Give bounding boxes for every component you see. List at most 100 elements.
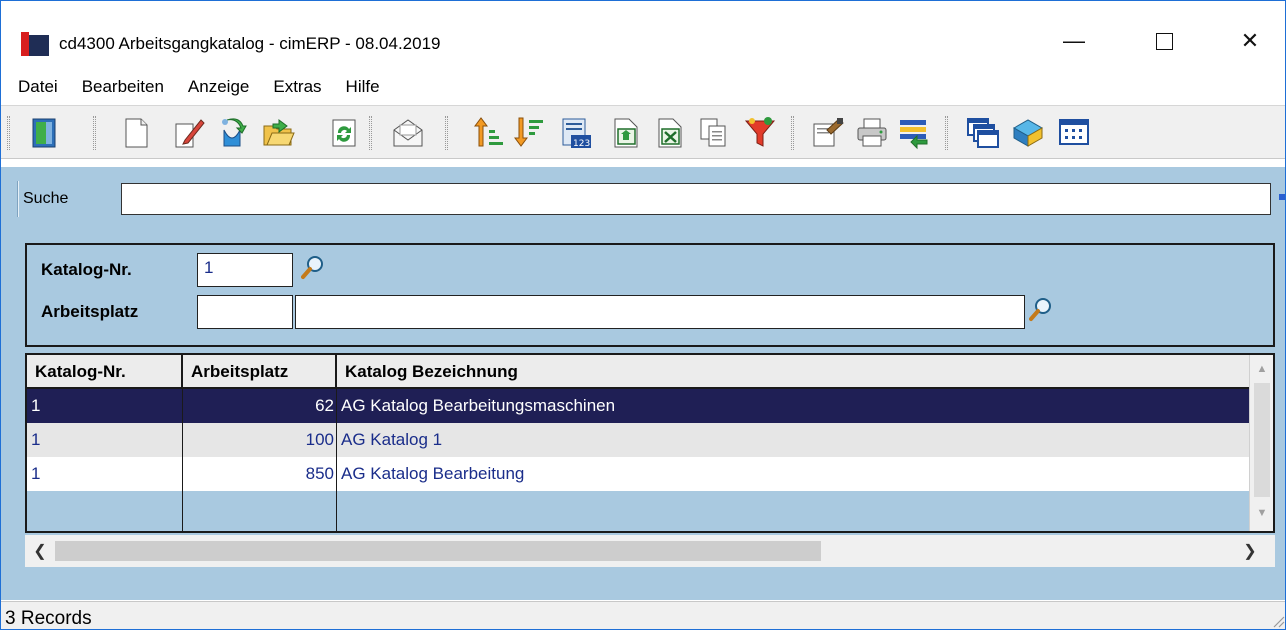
record-count: 3 Records [5,608,92,629]
column-header-bezeichnung[interactable]: Katalog Bezeichnung [337,355,1249,389]
arbeitsplatz-name-field [295,295,1025,329]
list-transfer-icon [900,120,928,150]
table-row[interactable]: 1 100 AG Katalog 1 [27,423,1249,457]
scroll-left-icon[interactable]: ❮ [25,535,55,567]
vertical-scrollbar[interactable]: ▲ ▼ [1249,355,1273,531]
save-button[interactable] [213,114,251,152]
help-book-button[interactable] [1009,114,1047,152]
column-header-katalog-nr[interactable]: Katalog-Nr. [27,355,183,389]
search-grip [17,181,19,217]
copy-icon [700,118,726,147]
save-icon [222,118,247,147]
export-button[interactable] [607,114,645,152]
arbeitsplatz-input[interactable] [197,295,293,329]
refresh-button[interactable] [325,114,363,152]
resize-grip-icon[interactable] [1271,614,1285,628]
print-button[interactable] [853,114,891,152]
toolbar: 123 [1,105,1285,159]
results-grid: Katalog-Nr. Arbeitsplatz Katalog Bezeich… [25,353,1275,533]
windows-button[interactable] [963,114,1001,152]
katalog-lookup-button[interactable] [301,255,325,281]
magnifier-icon [301,256,323,279]
exit-icon [32,118,56,148]
cell-bezeichnung: AG Katalog Bearbeitungsmaschinen [341,396,616,415]
open-folder-icon [263,119,295,146]
status-bar: 3 Records [1,601,1285,629]
list-transfer-button[interactable] [895,114,933,152]
menu-extras[interactable]: Extras [257,73,329,101]
sort-ascending-button[interactable] [469,114,507,152]
number-format-icon: 123 [562,118,591,149]
scroll-right-icon[interactable]: ❯ [1235,535,1265,567]
filter-button[interactable] [741,114,779,152]
svg-text:123: 123 [573,139,590,149]
toolbar-separator [945,116,948,150]
mail-icon [393,119,423,147]
toolbar-separator [93,116,96,150]
print-icon [857,118,887,147]
search-input[interactable] [121,183,1271,215]
cell-arbeitsplatz: 850 [183,457,337,491]
window-title: cd4300 Arbeitsgangkatalog - cimERP - 08.… [59,34,441,53]
sort-ascending-icon [474,117,503,147]
cell-katalog-nr: 1 [27,423,183,457]
new-button[interactable] [117,114,155,152]
app-window: cd4300 Arbeitsgangkatalog - cimERP - 08.… [0,0,1286,630]
empty-row[interactable] [27,491,1249,531]
toolbar-separator [369,116,372,150]
properties-icon [813,118,844,147]
properties-button[interactable] [809,114,847,152]
refresh-icon [332,119,356,147]
scroll-up-icon[interactable]: ▲ [1250,357,1273,381]
column-header-arbeitsplatz[interactable]: Arbeitsplatz [183,355,337,389]
excel-export-button[interactable] [651,114,689,152]
maximize-button[interactable] [1141,23,1187,59]
edit-button[interactable] [169,114,207,152]
cell-katalog-nr: 1 [27,457,183,491]
menu-bar: Datei Bearbeiten Anzeige Extras Hilfe [1,73,388,101]
magnifier-icon [1029,298,1051,321]
toolbar-separator [445,116,448,150]
filter-icon [744,117,776,147]
toolbar-grip [7,116,10,150]
close-icon: ✕ [1240,28,1260,53]
number-format-button[interactable]: 123 [557,114,595,152]
scroll-down-icon[interactable]: ▼ [1250,501,1273,525]
mail-button[interactable] [389,114,427,152]
cell-bezeichnung: AG Katalog Bearbeitung [341,464,525,483]
sort-descending-icon [514,117,543,147]
horizontal-scrollbar[interactable]: ❮ ❯ [25,535,1275,567]
cell-bezeichnung: AG Katalog 1 [341,430,443,449]
table-row[interactable]: 1 850 AG Katalog Bearbeitung [27,457,1249,491]
excel-icon [658,118,682,148]
minimize-button[interactable]: — [1051,23,1097,59]
horizontal-scroll-thumb[interactable] [55,541,821,561]
arbeitsplatz-lookup-button[interactable] [1029,297,1053,323]
vertical-scroll-thumb[interactable] [1254,383,1270,497]
grid-view-icon [1059,119,1089,145]
toolbar-separator [791,116,794,150]
grid-header: Katalog-Nr. Arbeitsplatz Katalog Bezeich… [27,355,1249,389]
edit-icon [175,119,205,148]
menu-hilfe[interactable]: Hilfe [330,73,388,101]
open-button[interactable] [259,114,297,152]
katalog-nr-label: Katalog-Nr. [41,260,132,279]
maximize-icon [1155,32,1173,50]
katalog-nr-input[interactable]: 1 [197,253,293,287]
grid-view-button[interactable] [1055,114,1093,152]
menu-datei[interactable]: Datei [1,73,66,101]
sort-descending-button[interactable] [509,114,547,152]
menu-anzeige[interactable]: Anzeige [172,73,257,101]
search-edge-marker [1279,194,1285,200]
table-row[interactable]: 1 62 AG Katalog Bearbeitungsmaschinen [27,389,1249,423]
cell-katalog-nr: 1 [27,389,183,423]
help-book-icon [1012,119,1044,147]
exit-button[interactable] [25,114,63,152]
menu-bearbeiten[interactable]: Bearbeiten [66,73,172,101]
cell-arbeitsplatz: 100 [183,423,337,457]
new-document-icon [125,118,148,148]
export-icon [614,118,638,148]
copy-button[interactable] [695,114,733,152]
close-button[interactable]: ✕ [1227,23,1273,59]
cell-arbeitsplatz: 62 [183,389,337,423]
